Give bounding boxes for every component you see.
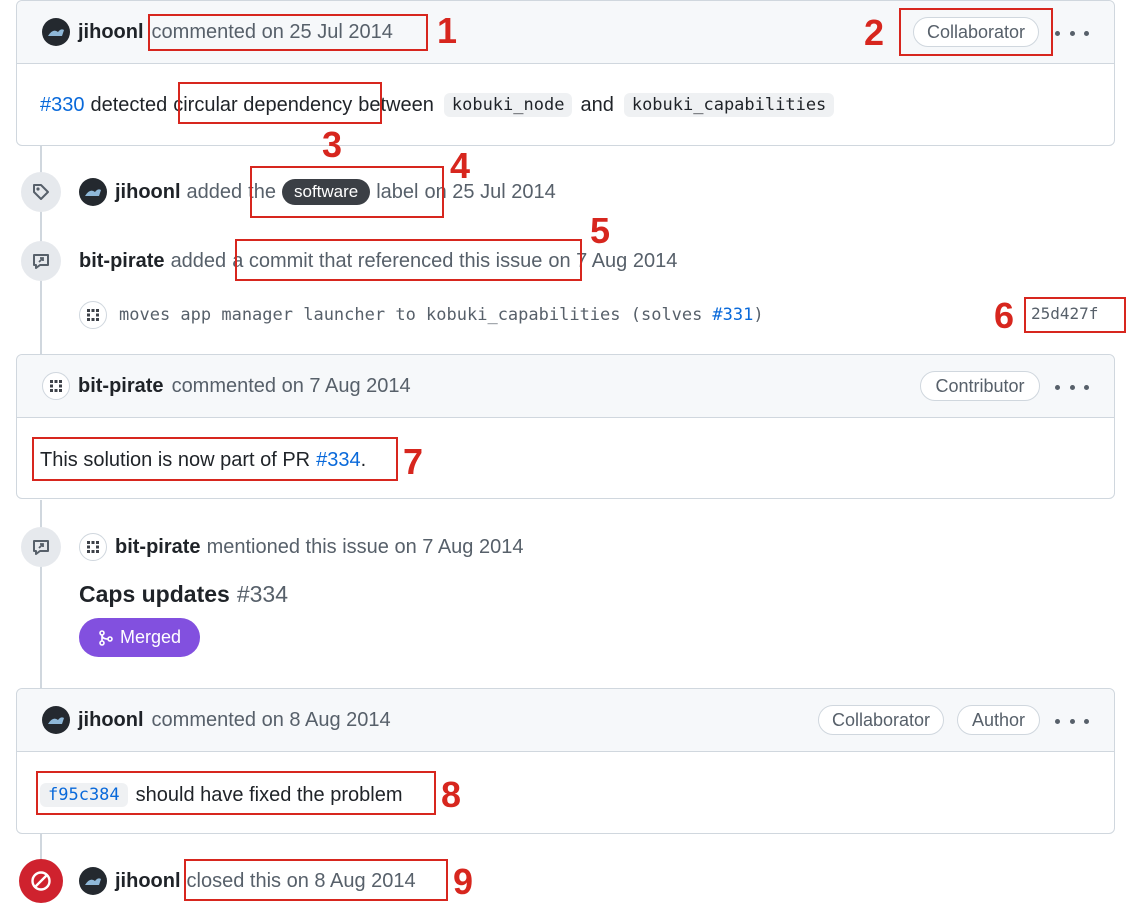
annotation-number: 3 xyxy=(322,124,343,165)
tag-icon xyxy=(21,172,61,212)
closed-icon xyxy=(19,859,63,903)
event-timestamp[interactable]: on 25 Jul 2014 xyxy=(425,181,556,204)
avatar-icon xyxy=(87,309,99,321)
dot xyxy=(1069,30,1075,36)
avatar[interactable] xyxy=(79,301,107,329)
dot xyxy=(1084,718,1089,724)
dot xyxy=(1055,30,1060,36)
annotation-box xyxy=(148,14,428,51)
annotation-number: 4 xyxy=(450,145,471,186)
dot xyxy=(1055,384,1060,390)
merge-icon xyxy=(99,629,113,646)
avatar-icon xyxy=(85,878,101,885)
avatar[interactable] xyxy=(79,867,107,895)
annotation-number: 1 xyxy=(437,10,458,51)
more-options-button[interactable] xyxy=(1055,377,1089,397)
body-text: detected xyxy=(90,93,168,116)
annotation-box xyxy=(235,239,582,281)
comment-header-meta: bit-pirate commented on 7 Aug 2014 xyxy=(42,371,411,401)
annotation-number: 8 xyxy=(441,774,462,815)
issue-link[interactable]: #331 xyxy=(712,305,753,325)
author-link[interactable]: bit-pirate xyxy=(79,250,165,273)
avatar-icon xyxy=(87,541,99,553)
inline-code: kobuki_node xyxy=(443,93,573,117)
event-text: added xyxy=(170,249,227,272)
annotation-box xyxy=(36,771,436,815)
author-link[interactable]: jihoonl xyxy=(115,181,181,204)
avatar[interactable] xyxy=(42,18,70,46)
avatar[interactable] xyxy=(79,533,107,561)
event-text: added xyxy=(186,180,243,203)
author-link[interactable]: bit-pirate xyxy=(115,536,201,559)
commit-message-end: ) xyxy=(753,305,764,325)
merged-state-badge: Merged xyxy=(79,618,200,657)
author-link[interactable]: jihoonl xyxy=(115,870,181,893)
issue-link[interactable]: #330 xyxy=(40,94,85,117)
more-options-button[interactable] xyxy=(1055,711,1089,731)
pr-title-link[interactable]: Caps updates xyxy=(79,581,230,608)
mention-event: bit-pirate mentioned this issue on 7 Aug… xyxy=(79,531,523,563)
author-link[interactable]: jihoonl xyxy=(78,709,144,732)
avatar[interactable] xyxy=(42,372,70,400)
annotation-number: 6 xyxy=(994,295,1015,336)
annotation-box xyxy=(1024,297,1126,333)
annotation-box xyxy=(899,8,1053,56)
pr-title-row: Caps updates #334 xyxy=(79,577,288,611)
dot xyxy=(1055,718,1060,724)
annotation-box xyxy=(184,859,448,901)
comment-timestamp[interactable]: commented on 7 Aug 2014 xyxy=(172,375,411,398)
event-text: mentioned this issue on 7 Aug 2014 xyxy=(206,535,524,558)
collaborator-badge: Collaborator xyxy=(818,705,944,735)
annotation-number: 2 xyxy=(864,12,885,53)
pr-number: #334 xyxy=(236,580,288,607)
avatar[interactable] xyxy=(42,706,70,734)
annotation-number: 7 xyxy=(403,441,424,482)
avatar-icon xyxy=(85,189,101,196)
dot xyxy=(1084,30,1089,36)
avatar-icon xyxy=(50,380,62,392)
inline-code: kobuki_capabilities xyxy=(623,93,835,117)
author-link[interactable]: bit-pirate xyxy=(78,375,164,398)
commit-message[interactable]: moves app manager launcher to kobuki_cap… xyxy=(119,305,702,325)
dot xyxy=(1084,384,1089,390)
author-badge: Author xyxy=(957,705,1040,735)
contributor-badge: Contributor xyxy=(920,371,1040,401)
avatar-icon xyxy=(48,29,64,36)
dot xyxy=(1069,718,1075,724)
author-link[interactable]: jihoonl xyxy=(78,21,144,44)
annotation-box xyxy=(178,82,382,124)
more-options-button[interactable] xyxy=(1055,23,1089,43)
annotation-number: 9 xyxy=(453,861,474,902)
annotation-box xyxy=(32,437,398,481)
dot xyxy=(1069,384,1075,390)
comment-timestamp[interactable]: commented on 8 Aug 2014 xyxy=(152,709,391,732)
body-text: and xyxy=(580,93,614,116)
merged-label: Merged xyxy=(119,627,182,647)
avatar-icon xyxy=(48,717,64,724)
annotation-number: 5 xyxy=(590,210,611,251)
annotation-box xyxy=(250,166,444,218)
commit-row: moves app manager launcher to kobuki_cap… xyxy=(79,300,764,330)
comment-body: #330 detected circular dependency betwee… xyxy=(40,89,835,121)
cross-reference-icon xyxy=(21,241,61,281)
cross-reference-icon xyxy=(21,527,61,567)
comment-header-meta: jihoonl commented on 8 Aug 2014 xyxy=(42,705,391,735)
avatar[interactable] xyxy=(79,178,107,206)
